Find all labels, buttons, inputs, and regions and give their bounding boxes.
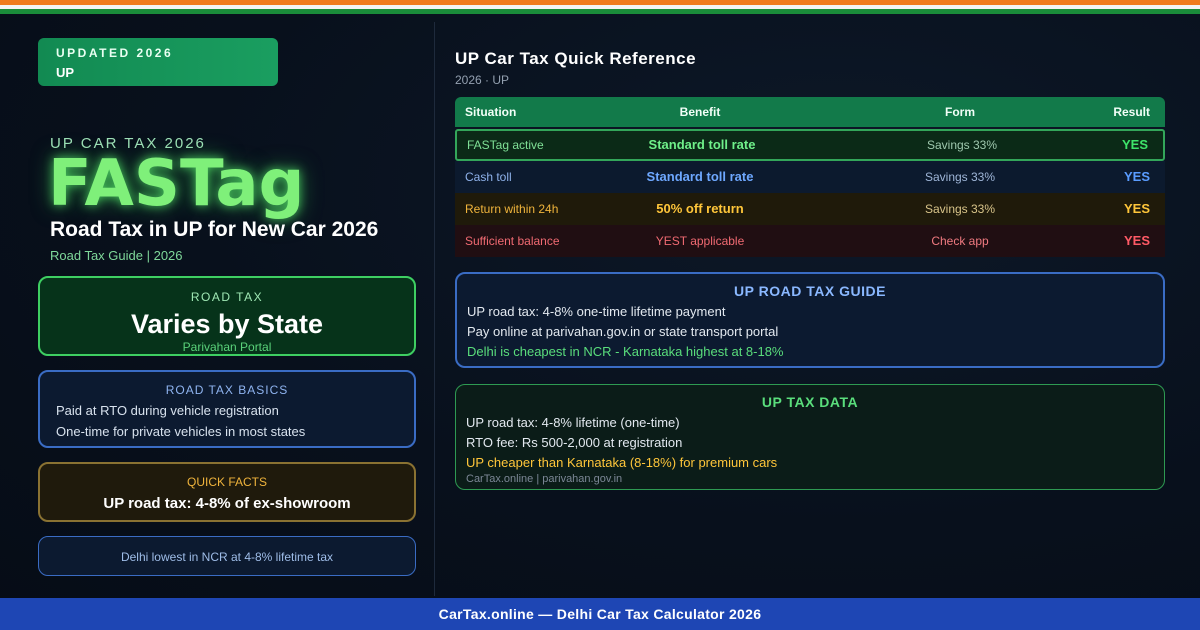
reference-title: UP Car Tax Quick Reference bbox=[455, 49, 697, 68]
quick-facts-label: QUICK FACTS bbox=[186, 475, 267, 489]
delhi-note-card: Delhi lowest in NCR at 4-8% lifetime tax bbox=[38, 536, 416, 576]
road-tax-value: Varies by State bbox=[130, 309, 324, 339]
tax-data-source: CarTax.online | parivahan.gov.in bbox=[466, 473, 623, 485]
cell-form: Savings 33% bbox=[924, 202, 996, 216]
cell-result: YES bbox=[1123, 201, 1150, 216]
hero-title: FASTag bbox=[48, 147, 305, 221]
basics-line: Paid at RTO during vehicle registration bbox=[56, 403, 279, 418]
cell-benefit: Standard toll rate bbox=[646, 169, 754, 184]
badge-label: UPDATED 2026 bbox=[56, 46, 174, 60]
column-header-benefit: Benefit bbox=[679, 105, 721, 119]
badge-region: UP bbox=[56, 65, 75, 80]
table-header-row: Situation Benefit Form Result bbox=[455, 97, 1165, 127]
table-row: Return within 24h 50% off return Savings… bbox=[455, 193, 1165, 225]
tax-data-line: UP road tax: 4-8% lifetime (one-time) bbox=[466, 415, 680, 430]
guide-line: Pay online at parivahan.gov.in or state … bbox=[467, 324, 779, 339]
table-row: Sufficient balance YEST applicable Check… bbox=[455, 225, 1165, 257]
quick-facts-value: UP road tax: 4-8% of ex-showroom bbox=[103, 495, 351, 512]
cell-situation: Cash toll bbox=[465, 170, 512, 184]
road-tax-note: Parivahan Portal bbox=[182, 340, 272, 354]
column-divider bbox=[434, 22, 435, 596]
column-header-form: Form bbox=[945, 105, 975, 119]
cell-situation: FASTag active bbox=[467, 138, 544, 152]
cell-situation: Return within 24h bbox=[465, 202, 559, 216]
cell-form: Check app bbox=[931, 234, 989, 248]
cell-result: YES bbox=[1123, 169, 1150, 184]
footer-banner[interactable]: CarTax.online — Delhi Car Tax Calculator… bbox=[0, 598, 1200, 630]
flag-stripe-green bbox=[0, 9, 1200, 14]
cell-form: Savings 33% bbox=[926, 138, 998, 152]
page-headline: Road Tax in UP for New Car 2026 bbox=[50, 218, 379, 241]
cell-result: YES bbox=[1123, 233, 1150, 248]
basics-line: One-time for private vehicles in most st… bbox=[56, 424, 306, 439]
cell-benefit: YEST applicable bbox=[655, 234, 745, 248]
cell-form: Savings 33% bbox=[924, 170, 996, 184]
tax-data-line-highlight: UP cheaper than Karnataka (8-18%) for pr… bbox=[466, 455, 778, 470]
reference-table: Situation Benefit Form Result FASTag act… bbox=[455, 97, 1165, 257]
tax-data-line: RTO fee: Rs 500-2,000 at registration bbox=[466, 435, 683, 450]
cell-benefit: 50% off return bbox=[656, 201, 744, 216]
road-tax-basics-card: ROAD TAX BASICS Paid at RTO during vehic… bbox=[38, 370, 416, 448]
updated-badge: UPDATED 2026 UP bbox=[38, 38, 278, 86]
column-header-result: Result bbox=[1113, 105, 1150, 119]
guide-line-highlight: Delhi is cheapest in NCR - Karnataka hig… bbox=[467, 344, 784, 359]
cell-situation: Sufficient balance bbox=[465, 234, 560, 248]
tax-data-title: UP TAX DATA bbox=[761, 394, 859, 410]
cell-benefit: Standard toll rate bbox=[648, 137, 756, 152]
page-subline: Road Tax Guide | 2026 bbox=[50, 248, 183, 263]
basics-label: ROAD TAX BASICS bbox=[165, 383, 289, 397]
cell-result: YES bbox=[1121, 137, 1148, 152]
road-tax-label: ROAD TAX bbox=[190, 290, 264, 304]
column-header-situation: Situation bbox=[465, 105, 517, 119]
reference-subtitle: 2026 · UP bbox=[455, 73, 510, 87]
tax-data-panel: UP TAX DATA UP road tax: 4-8% lifetime (… bbox=[455, 384, 1165, 490]
quick-facts-card: QUICK FACTS UP road tax: 4-8% of ex-show… bbox=[38, 462, 416, 522]
table-row: Cash toll Standard toll rate Savings 33%… bbox=[455, 161, 1165, 193]
guide-title: UP ROAD TAX GUIDE bbox=[734, 283, 886, 299]
guide-line: UP road tax: 4-8% one-time lifetime paym… bbox=[467, 304, 726, 319]
road-tax-card: ROAD TAX Varies by State Parivahan Porta… bbox=[38, 276, 416, 356]
table-row: FASTag active Standard toll rate Savings… bbox=[455, 129, 1165, 161]
road-tax-guide-panel: UP ROAD TAX GUIDE UP road tax: 4-8% one-… bbox=[455, 272, 1165, 368]
